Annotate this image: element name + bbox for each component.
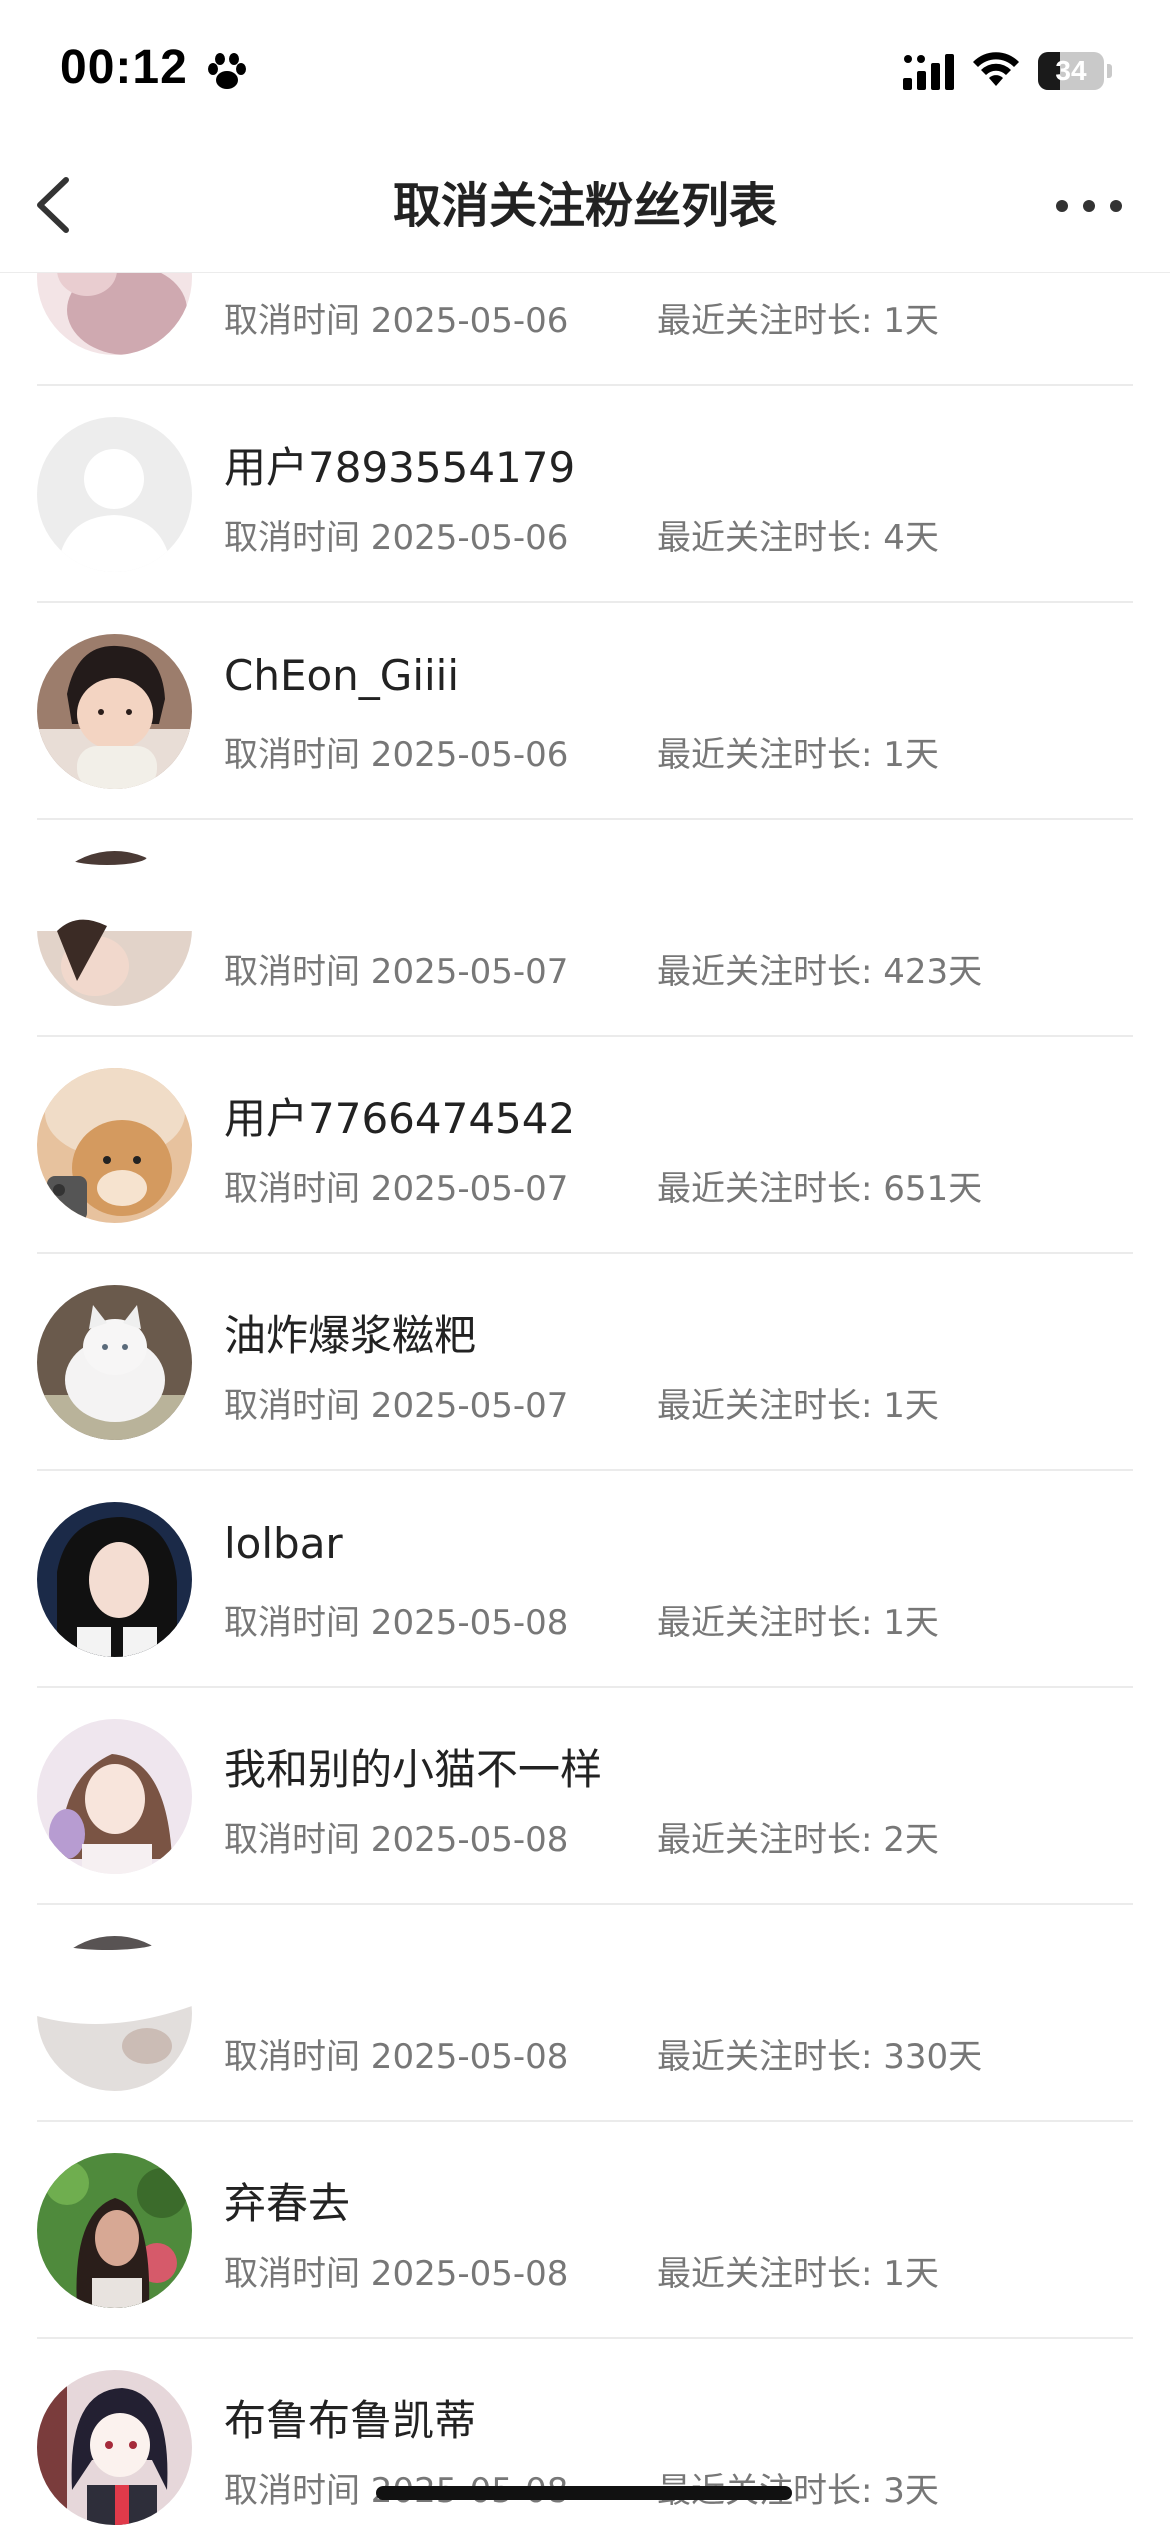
signal-icon xyxy=(903,54,954,90)
avatar[interactable] xyxy=(37,1502,192,1657)
list-content: 取消时间 2025-05-06 最近关注时长: 1天 用户7893554179 … xyxy=(0,273,1170,2532)
cancel-time: 取消时间 2025-05-07 xyxy=(224,1169,569,1209)
follow-duration: 最近关注时长: 330天 xyxy=(657,2037,983,2077)
avatar[interactable] xyxy=(37,1936,192,2091)
list-item[interactable]: 取消时间 2025-05-06 最近关注时长: 1天 xyxy=(0,273,1170,386)
avatar[interactable] xyxy=(37,2370,192,2525)
list-item[interactable]: 油炸爆浆糍粑 取消时间 2025-05-07 最近关注时长: 1天 xyxy=(0,1254,1170,1471)
page-title: 取消关注粉丝列表 xyxy=(392,178,777,234)
cancel-time: 取消时间 2025-05-07 xyxy=(224,1386,569,1426)
avatar[interactable] xyxy=(37,634,192,789)
follow-duration: 最近关注时长: 4天 xyxy=(657,518,939,558)
battery-tip xyxy=(1107,64,1112,78)
follow-duration: 最近关注时长: 1天 xyxy=(657,2254,939,2294)
cancel-time: 取消时间 2025-05-08 xyxy=(224,2037,569,2077)
follow-duration: 最近关注时长: 1天 xyxy=(657,735,939,775)
list-item[interactable]: 取消时间 2025-05-08 最近关注时长: 330天 xyxy=(0,1905,1170,2122)
cancel-time: 取消时间 2025-05-06 xyxy=(224,518,569,558)
chevron-left-icon[interactable] xyxy=(32,170,82,240)
paw-icon xyxy=(208,53,246,89)
cancel-time: 取消时间 2025-05-06 xyxy=(224,735,569,775)
user-name: lolbar xyxy=(224,1519,343,1568)
cancel-time: 取消时间 2025-05-07 xyxy=(224,952,569,992)
list-item[interactable]: lolbar 取消时间 2025-05-08 最近关注时长: 1天 xyxy=(0,1471,1170,1688)
user-name: 油炸爆浆糍粑 xyxy=(224,1311,477,1360)
list-item[interactable]: 用户7893554179 取消时间 2025-05-06 最近关注时长: 4天 xyxy=(0,386,1170,603)
user-name: 布鲁布鲁凯蒂 xyxy=(224,2396,477,2445)
user-name: 用户7893554179 xyxy=(224,443,576,492)
list-item[interactable]: ChEon_Giiii 取消时间 2025-05-06 最近关注时长: 1天 xyxy=(0,603,1170,820)
list-item[interactable]: 取消时间 2025-05-07 最近关注时长: 423天 xyxy=(0,820,1170,1037)
follow-duration: 最近关注时长: 1天 xyxy=(657,301,939,341)
avatar[interactable] xyxy=(37,851,192,1006)
cancel-time: 取消时间 2025-05-08 xyxy=(224,2254,569,2294)
user-name: 我和别的小猫不一样 xyxy=(224,1745,603,1794)
avatar[interactable] xyxy=(37,1285,192,1440)
user-name: 用户7766474542 xyxy=(224,1094,576,1143)
avatar[interactable] xyxy=(37,1719,192,1874)
user-name: ChEon_Giiii xyxy=(224,651,460,700)
cancel-time: 取消时间 2025-05-06 xyxy=(224,301,569,341)
follow-duration: 最近关注时长: 1天 xyxy=(657,1386,939,1426)
follow-duration: 最近关注时长: 1天 xyxy=(657,1603,939,1643)
status-time: 00:12 xyxy=(60,41,188,94)
status-bar: 00:12 34 xyxy=(0,0,1170,140)
unfollow-fans-list[interactable]: 取消时间 2025-05-06 最近关注时长: 1天 用户7893554179 … xyxy=(0,273,1170,2532)
avatar[interactable] xyxy=(37,2153,192,2308)
avatar[interactable] xyxy=(37,273,192,355)
cancel-time: 取消时间 2025-05-08 xyxy=(224,1603,569,1643)
home-indicator xyxy=(376,2486,792,2500)
battery-icon: 34 xyxy=(1038,52,1104,90)
follow-duration: 最近关注时长: 2天 xyxy=(657,1820,939,1860)
list-item[interactable]: 弃春去 取消时间 2025-05-08 最近关注时长: 1天 xyxy=(0,2122,1170,2339)
follow-duration: 最近关注时长: 651天 xyxy=(657,1169,983,1209)
cancel-time: 取消时间 2025-05-08 xyxy=(224,1820,569,1860)
avatar[interactable] xyxy=(37,1068,192,1223)
list-item[interactable]: 用户7766474542 取消时间 2025-05-07 最近关注时长: 651… xyxy=(0,1037,1170,1254)
list-item[interactable]: 我和别的小猫不一样 取消时间 2025-05-08 最近关注时长: 2天 xyxy=(0,1688,1170,1905)
nav-bar: 取消关注粉丝列表 xyxy=(0,140,1170,273)
battery-percent: 34 xyxy=(1055,55,1087,86)
user-name: 弃春去 xyxy=(224,2179,351,2228)
wifi-icon xyxy=(973,52,1019,86)
avatar[interactable] xyxy=(37,417,192,572)
list-item[interactable]: 布鲁布鲁凯蒂 取消时间 2025-05-08 最近关注时长: 3天 xyxy=(0,2339,1170,2532)
follow-duration: 最近关注时长: 423天 xyxy=(657,952,983,992)
more-horizontal-icon[interactable] xyxy=(1054,196,1124,216)
